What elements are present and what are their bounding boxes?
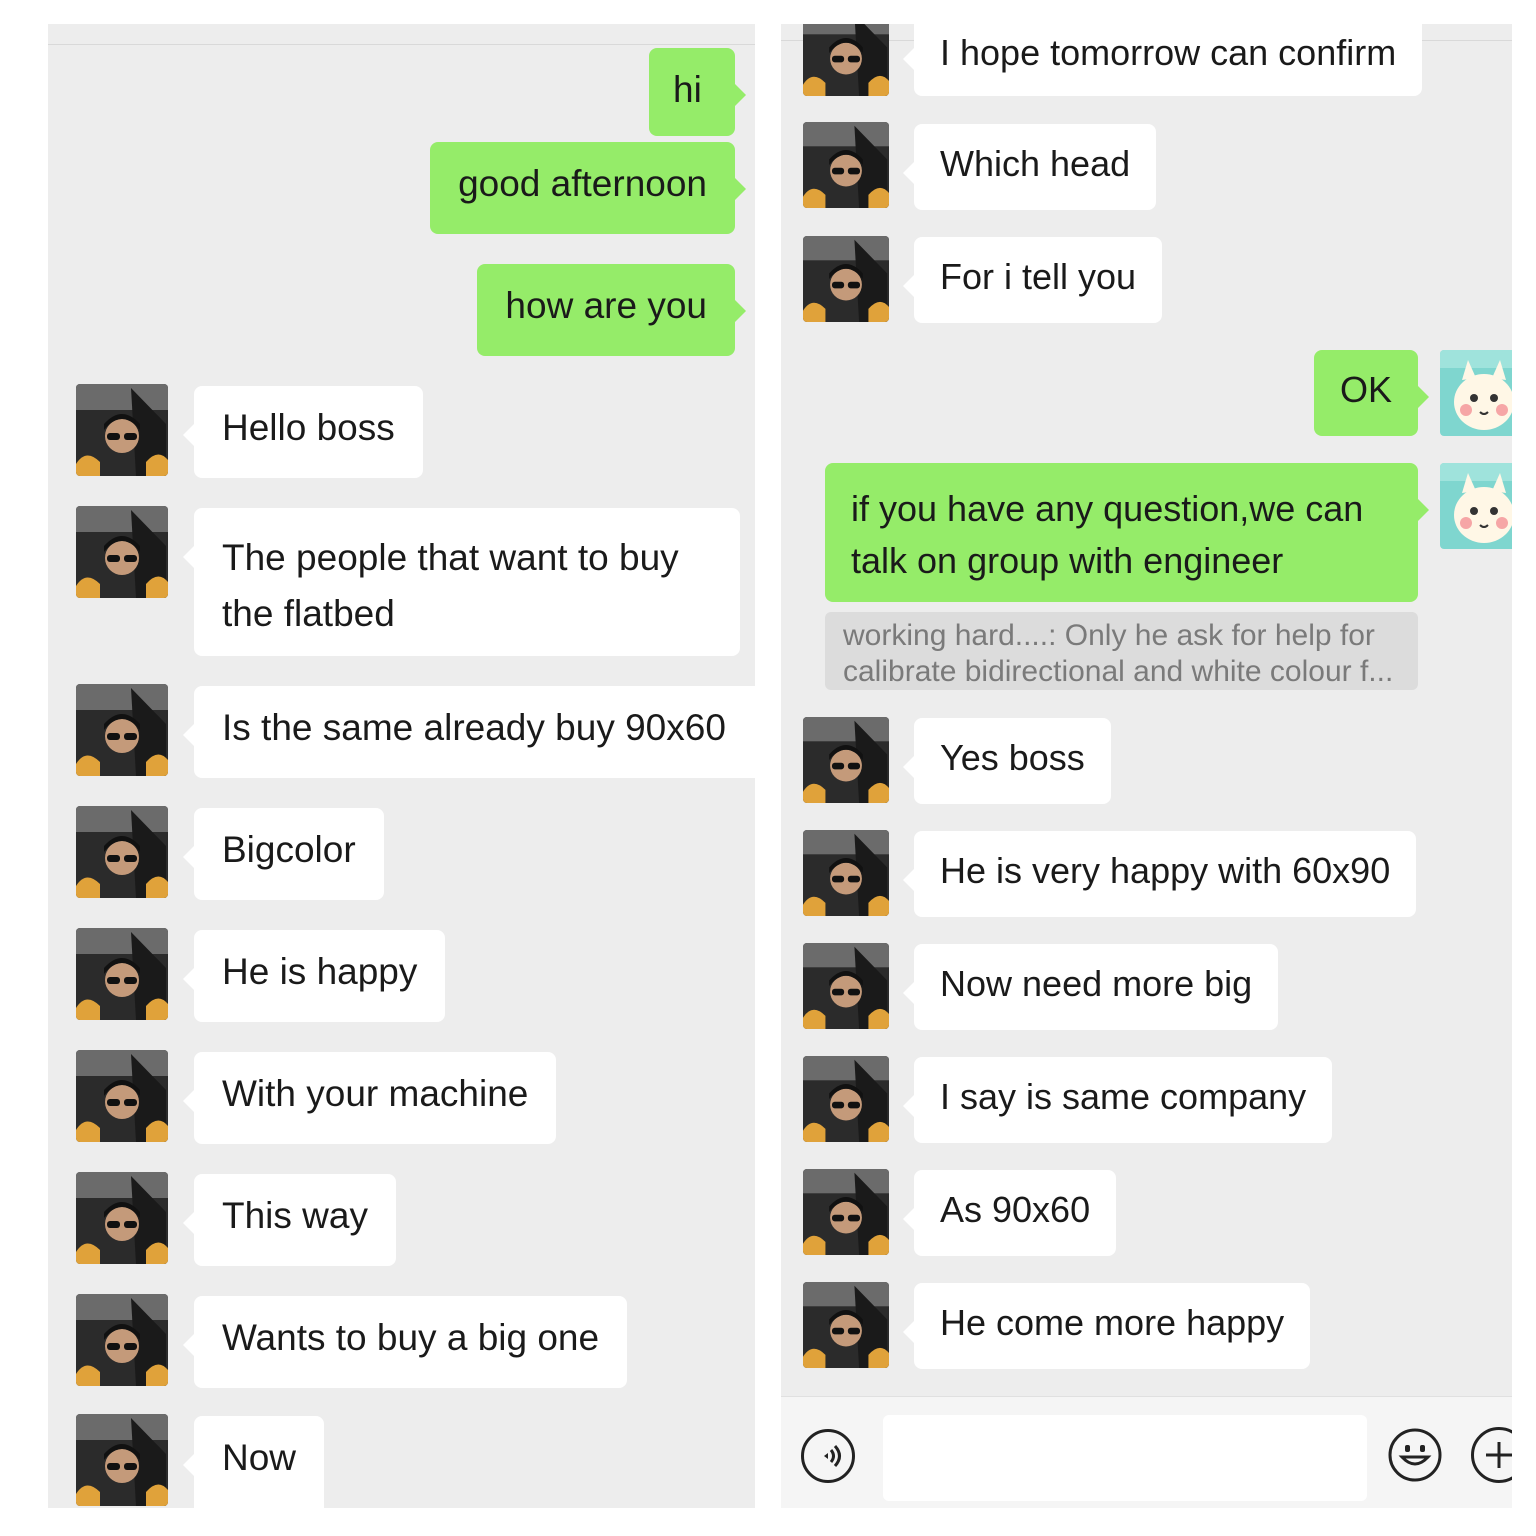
user-avatar[interactable] bbox=[1440, 350, 1512, 436]
message-bubble-incoming[interactable]: Wants to buy a big one bbox=[182, 1296, 628, 1388]
chat-panel-right: I hope tomorrow can confirm Which head F… bbox=[781, 24, 1512, 1508]
message-bubble-outgoing[interactable]: good afternoon bbox=[430, 142, 746, 234]
contact-avatar[interactable] bbox=[76, 1050, 168, 1142]
message-bubble-incoming[interactable]: I hope tomorrow can confirm bbox=[902, 24, 1423, 96]
contact-avatar[interactable] bbox=[76, 806, 168, 898]
emoji-icon[interactable] bbox=[1387, 1427, 1443, 1483]
contact-avatar[interactable] bbox=[803, 830, 889, 916]
quoted-message-line: working hard....: Only he ask for help f… bbox=[843, 619, 1375, 652]
divider bbox=[48, 44, 755, 45]
message-bubble-incoming[interactable]: He is very happy with 60x90 bbox=[902, 831, 1417, 917]
message-bubble-incoming[interactable]: He come more happy bbox=[902, 1283, 1311, 1369]
message-bubble-incoming[interactable]: Which head bbox=[902, 124, 1157, 210]
quoted-message[interactable]: working hard....: Only he ask for help f… bbox=[825, 612, 1418, 690]
contact-avatar[interactable] bbox=[76, 1294, 168, 1386]
message-bubble-outgoing[interactable]: hi bbox=[649, 48, 746, 136]
chat-panel-left: hi good afternoon how are you Hello boss… bbox=[48, 24, 755, 1508]
message-bubble-incoming[interactable]: Yes boss bbox=[903, 718, 1111, 804]
contact-avatar[interactable] bbox=[803, 717, 889, 803]
message-bubble-incoming[interactable]: As 90x60 bbox=[902, 1170, 1117, 1256]
voice-icon[interactable] bbox=[801, 1429, 855, 1483]
message-bubble-incoming[interactable]: This way bbox=[183, 1174, 396, 1266]
contact-avatar[interactable] bbox=[76, 1172, 168, 1264]
message-bubble-incoming[interactable]: He is happy bbox=[182, 930, 446, 1022]
message-bubble-outgoing[interactable]: how are you bbox=[477, 264, 746, 356]
contact-avatar[interactable] bbox=[803, 1056, 889, 1142]
message-bubble-incoming[interactable]: For i tell you bbox=[902, 237, 1163, 323]
message-input[interactable] bbox=[883, 1415, 1367, 1501]
message-bubble-incoming[interactable]: Hello boss bbox=[183, 386, 423, 478]
contact-avatar[interactable] bbox=[76, 384, 168, 476]
contact-avatar[interactable] bbox=[76, 928, 168, 1020]
contact-avatar[interactable] bbox=[803, 943, 889, 1029]
message-bubble-incoming[interactable]: Now bbox=[182, 1416, 325, 1508]
contact-avatar[interactable] bbox=[803, 24, 889, 96]
message-bubble-incoming[interactable]: With your machine bbox=[182, 1052, 557, 1144]
plus-icon[interactable] bbox=[1471, 1427, 1512, 1483]
user-avatar[interactable] bbox=[1440, 463, 1512, 549]
message-bubble-outgoing[interactable]: OK bbox=[1313, 350, 1430, 436]
message-bubble-incoming[interactable]: The people that want to buy the flatbed bbox=[183, 508, 740, 656]
message-bubble-incoming[interactable]: Bigcolor bbox=[183, 808, 384, 900]
contact-avatar[interactable] bbox=[803, 236, 889, 322]
message-bubble-outgoing[interactable]: if you have any question,we can talk on … bbox=[825, 463, 1429, 602]
contact-avatar[interactable] bbox=[76, 684, 168, 776]
contact-avatar[interactable] bbox=[803, 1169, 889, 1255]
message-bubble-incoming[interactable]: Now need more big bbox=[902, 944, 1279, 1030]
contact-avatar[interactable] bbox=[76, 506, 168, 598]
message-bubble-incoming[interactable]: Is the same already buy 90x60 bbox=[183, 686, 755, 778]
contact-avatar[interactable] bbox=[76, 1414, 168, 1506]
contact-avatar[interactable] bbox=[803, 1282, 889, 1368]
message-input-bar bbox=[781, 1396, 1512, 1508]
contact-avatar[interactable] bbox=[803, 122, 889, 208]
message-bubble-incoming[interactable]: I say is same company bbox=[902, 1057, 1333, 1143]
quoted-message-line: calibrate bidirectional and white colour… bbox=[843, 655, 1394, 688]
